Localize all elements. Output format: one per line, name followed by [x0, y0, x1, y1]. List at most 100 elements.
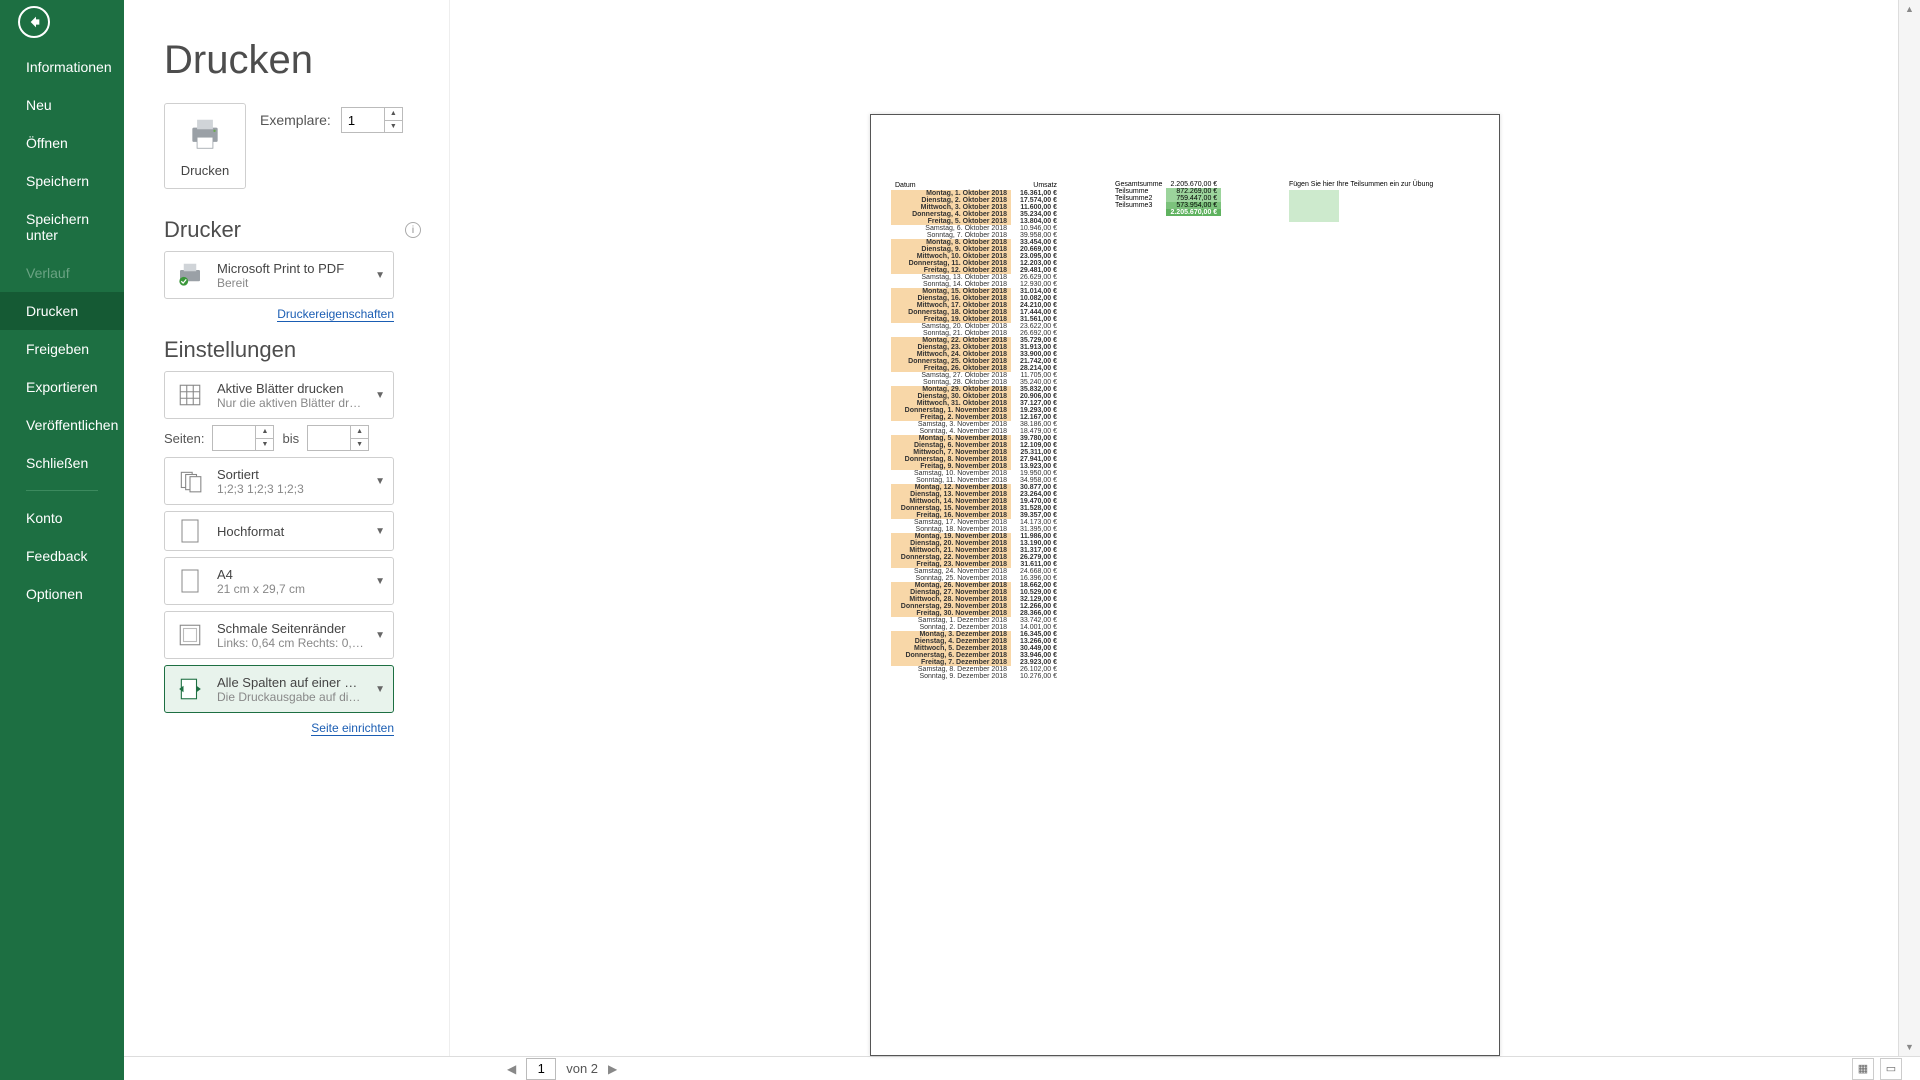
pages-from-input[interactable]: ▲▼: [212, 425, 274, 451]
collate-dropdown[interactable]: Sortiert1;2;3 1;2;3 1;2;3 ▼: [164, 457, 394, 505]
nav-item[interactable]: Öffnen: [0, 124, 124, 162]
printer-dropdown[interactable]: Microsoft Print to PDF Bereit ▼: [164, 251, 394, 299]
table-row: Sonntag, 2. Dezember 201814.001,00 €: [891, 624, 1061, 631]
table-row: Mittwoch, 21. November 201831.317,00 €: [891, 547, 1061, 554]
table-row: Freitag, 30. November 201828.366,00 €: [891, 610, 1061, 617]
printer-properties-link[interactable]: Druckereigenschaften: [277, 307, 394, 322]
table-row: Freitag, 23. November 201831.611,00 €: [891, 561, 1061, 568]
chevron-down-icon: ▼: [375, 576, 385, 587]
scaling-dropdown[interactable]: Alle Spalten auf einer Seite…Die Druckau…: [164, 665, 394, 713]
pages-to-input[interactable]: ▲▼: [307, 425, 369, 451]
nav-item[interactable]: Exportieren: [0, 368, 124, 406]
page-setup-link[interactable]: Seite einrichten: [311, 721, 394, 736]
nav-item[interactable]: Neu: [0, 86, 124, 124]
page-number-input[interactable]: [526, 1058, 556, 1080]
nav-item[interactable]: Speichern unter: [0, 200, 124, 254]
table-row: Dienstag, 6. November 201812.109,00 €: [891, 442, 1061, 449]
nav-item[interactable]: Drucken: [0, 292, 124, 330]
table-row: Sonntag, 14. Oktober 201812.930,00 €: [891, 281, 1061, 288]
table-row: Samstag, 8. Dezember 201826.102,00 €: [891, 666, 1061, 673]
table-row: Sonntag, 21. Oktober 201826.692,00 €: [891, 330, 1061, 337]
table-row: Donnerstag, 1. November 201819.293,00 €: [891, 407, 1061, 414]
orientation-dropdown[interactable]: Hochformat ▼: [164, 511, 394, 551]
nav-item[interactable]: Konto: [0, 499, 124, 537]
margins-icon: [173, 618, 207, 652]
table-row: Sonntag, 11. November 201834.958,00 €: [891, 477, 1061, 484]
table-row: Dienstag, 2. Oktober 201817.574,00 €: [891, 197, 1061, 204]
nav-item[interactable]: Veröffentlichen: [0, 406, 124, 444]
table-row: Mittwoch, 10. Oktober 201823.095,00 €: [891, 253, 1061, 260]
table-row: Dienstag, 23. Oktober 201831.913,00 €: [891, 344, 1061, 351]
print-what-dropdown[interactable]: Aktive Blätter druckenNur die aktiven Bl…: [164, 371, 394, 419]
arrow-left-icon: [26, 14, 42, 30]
nav-item[interactable]: Schließen: [0, 444, 124, 482]
table-row: Mittwoch, 24. Oktober 201833.900,00 €: [891, 351, 1061, 358]
chevron-down-icon: ▼: [375, 390, 385, 401]
scroll-up-icon[interactable]: ▲: [1899, 4, 1920, 14]
table-row: Montag, 5. November 201839.780,00 €: [891, 435, 1061, 442]
printer-info-icon[interactable]: i: [405, 222, 421, 238]
table-row: Freitag, 7. Dezember 201823.923,00 €: [891, 659, 1061, 666]
table-row: Donnerstag, 15. November 201831.528,00 €: [891, 505, 1061, 512]
table-row: Montag, 3. Dezember 201816.345,00 €: [891, 631, 1061, 638]
table-row: Donnerstag, 22. November 201826.279,00 €: [891, 554, 1061, 561]
page-title: Drucken: [164, 38, 421, 83]
chevron-down-icon: ▼: [375, 476, 385, 487]
settings-heading: Einstellungen: [164, 337, 296, 363]
table-row: Sonntag, 9. Dezember 201810.276,00 €: [891, 673, 1061, 680]
table-row: Montag, 19. November 201811.986,00 €: [891, 533, 1061, 540]
preview-data-table: DatumUmsatzMontag, 1. Oktober 201816.361…: [891, 181, 1061, 680]
scroll-down-icon[interactable]: ▼: [1899, 1042, 1920, 1052]
nav-item[interactable]: Freigeben: [0, 330, 124, 368]
table-row: Dienstag, 30. Oktober 201820.906,00 €: [891, 393, 1061, 400]
nav-list: InformationenNeuÖffnenSpeichernSpeichern…: [0, 48, 124, 613]
printer-icon: [186, 115, 224, 153]
backstage-sidebar: InformationenNeuÖffnenSpeichernSpeichern…: [0, 0, 124, 1080]
paper-size-dropdown[interactable]: A421 cm x 29,7 cm ▼: [164, 557, 394, 605]
copies-spinner[interactable]: ▲▼: [341, 107, 403, 133]
summary-row: Teilsumme2759.447,00 €: [1111, 195, 1221, 202]
back-button[interactable]: [18, 6, 50, 38]
table-row: Montag, 12. November 201830.877,00 €: [891, 484, 1061, 491]
table-row: Donnerstag, 8. November 201827.941,00 €: [891, 456, 1061, 463]
table-row: Freitag, 26. Oktober 201828.214,00 €: [891, 365, 1061, 372]
pages-label: Seiten:: [164, 431, 204, 446]
fit-columns-icon: [173, 672, 207, 706]
preview-page: DatumUmsatzMontag, 1. Oktober 201816.361…: [870, 114, 1500, 1056]
nav-item[interactable]: Speichern: [0, 162, 124, 200]
table-row: Samstag, 27. Oktober 201811.705,00 €: [891, 372, 1061, 379]
margins-dropdown[interactable]: Schmale SeitenränderLinks: 0,64 cm Recht…: [164, 611, 394, 659]
copies-input[interactable]: [342, 108, 384, 132]
nav-item[interactable]: Informationen: [0, 48, 124, 86]
prev-page-button[interactable]: ◀: [507, 1062, 516, 1076]
next-page-button[interactable]: ▶: [608, 1062, 617, 1076]
show-margins-button[interactable]: ▦: [1852, 1058, 1874, 1080]
table-row: Samstag, 1. Dezember 201833.742,00 €: [891, 617, 1061, 624]
table-row: Dienstag, 16. Oktober 201810.082,00 €: [891, 295, 1061, 302]
table-row: Sonntag, 25. November 201816.396,00 €: [891, 575, 1061, 582]
nav-item[interactable]: Optionen: [0, 575, 124, 613]
printer-status: Bereit: [217, 276, 365, 290]
print-button-label: Drucken: [181, 163, 229, 178]
table-row: Mittwoch, 7. November 201825.311,00 €: [891, 449, 1061, 456]
table-row: Dienstag, 9. Oktober 201820.669,00 €: [891, 246, 1061, 253]
print-preview-pane: DatumUmsatzMontag, 1. Oktober 201816.361…: [449, 0, 1920, 1056]
table-row: Freitag, 5. Oktober 201813.804,00 €: [891, 218, 1061, 225]
summary-row: Gesamtsumme2.205.670,00 €: [1111, 181, 1221, 188]
table-row: Mittwoch, 5. Dezember 201830.449,00 €: [891, 645, 1061, 652]
zoom-to-page-button[interactable]: ▭: [1880, 1058, 1902, 1080]
preview-scrollbar[interactable]: ▲ ▼: [1898, 0, 1920, 1056]
print-button[interactable]: Drucken: [164, 103, 246, 189]
printer-name: Microsoft Print to PDF: [217, 261, 365, 276]
nav-item[interactable]: Feedback: [0, 537, 124, 575]
table-row: Montag, 15. Oktober 201831.014,00 €: [891, 288, 1061, 295]
table-row: Donnerstag, 25. Oktober 201821.742,00 €: [891, 358, 1061, 365]
table-row: Freitag, 19. Oktober 201831.561,00 €: [891, 316, 1061, 323]
table-row: Sonntag, 4. November 201818.479,00 €: [891, 428, 1061, 435]
spin-up-icon[interactable]: ▲: [385, 108, 402, 121]
spin-down-icon[interactable]: ▼: [385, 121, 402, 133]
table-row: Mittwoch, 17. Oktober 201824.210,00 €: [891, 302, 1061, 309]
table-row: Freitag, 2. November 201812.167,00 €: [891, 414, 1061, 421]
table-row: Mittwoch, 31. Oktober 201837.127,00 €: [891, 400, 1061, 407]
table-row: Samstag, 24. November 201824.668,00 €: [891, 568, 1061, 575]
